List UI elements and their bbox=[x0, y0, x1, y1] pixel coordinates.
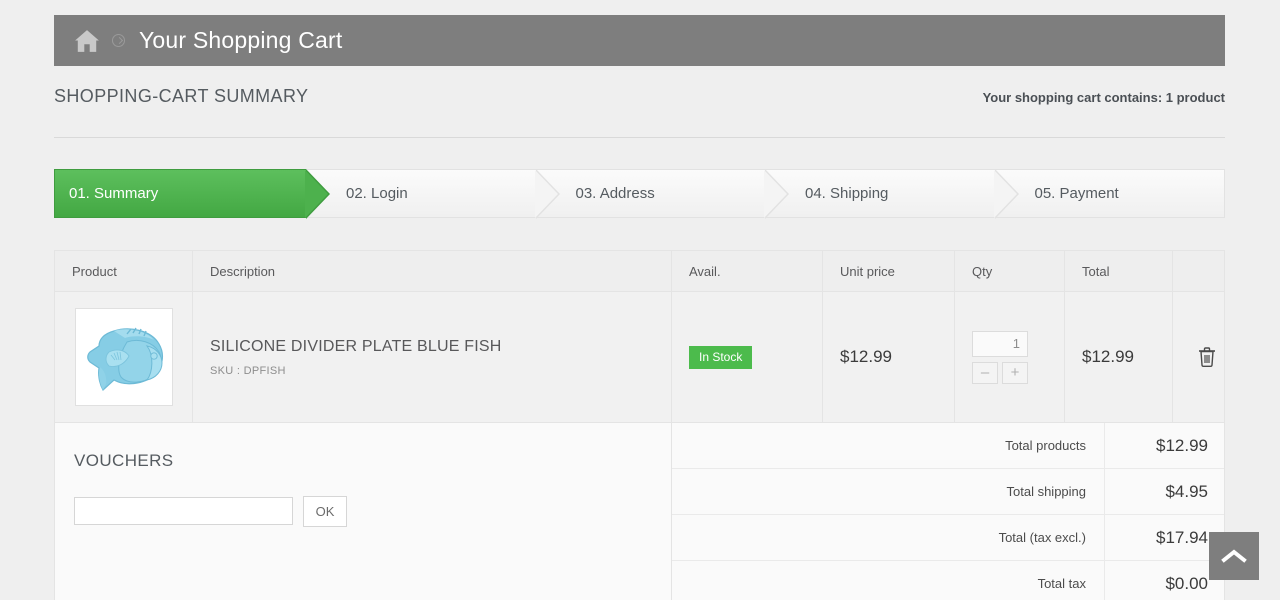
cart-contains-text: Your shopping cart contains: 1 product bbox=[982, 90, 1225, 105]
voucher-code-input[interactable] bbox=[74, 497, 293, 525]
step-payment-label: 05. Payment bbox=[1034, 185, 1119, 202]
cart-table-header: Product Description Avail. Unit price Qt… bbox=[55, 251, 1224, 292]
total-products-value: $12.99 bbox=[1156, 435, 1208, 455]
product-thumbnail[interactable] bbox=[75, 308, 173, 406]
voucher-ok-button[interactable]: OK bbox=[303, 496, 347, 527]
column-header-description: Description bbox=[193, 251, 672, 291]
column-header-qty: Qty bbox=[955, 251, 1065, 291]
column-header-action bbox=[1173, 251, 1224, 291]
home-icon[interactable] bbox=[74, 29, 100, 53]
total-row-products: Total products $12.99 bbox=[672, 423, 1224, 469]
total-products-label: Total products bbox=[672, 423, 1105, 468]
total-shipping-label: Total shipping bbox=[672, 469, 1105, 514]
delete-product-button[interactable] bbox=[1173, 292, 1224, 422]
checkout-steps: 01. Summary 02. Login 03. Address 04. Sh… bbox=[54, 169, 1225, 219]
voucher-form: OK bbox=[74, 496, 671, 527]
step-shipping-label: 04. Shipping bbox=[805, 185, 889, 202]
total-row-shipping: Total shipping $4.95 bbox=[672, 469, 1224, 515]
product-qty-cell: – + bbox=[955, 292, 1065, 422]
cart-table: Product Description Avail. Unit price Qt… bbox=[54, 250, 1225, 600]
step-address[interactable]: 03. Address bbox=[535, 169, 789, 219]
header-divider bbox=[54, 137, 1225, 138]
total-tax-excl-label: Total (tax excl.) bbox=[672, 515, 1105, 560]
trash-icon bbox=[1199, 347, 1215, 367]
total-row-tax-excl: Total (tax excl.) $17.94 bbox=[672, 515, 1224, 561]
totals-table: Total products $12.99 Total shipping $4.… bbox=[672, 423, 1224, 600]
step-arrow-inner-icon bbox=[993, 170, 1017, 218]
page-title: Your Shopping Cart bbox=[139, 27, 343, 53]
unit-price-value: $12.99 bbox=[840, 347, 892, 366]
step-address-label: 03. Address bbox=[575, 185, 655, 202]
column-header-unit-price: Unit price bbox=[823, 251, 955, 291]
quantity-stepper: – + bbox=[972, 330, 1028, 384]
summary-heading-row: SHOPPING-CART SUMMARY Your shopping cart… bbox=[54, 86, 1225, 116]
chevron-circle-icon bbox=[112, 34, 125, 47]
vouchers-title: VOUCHERS bbox=[74, 451, 174, 470]
total-tax-label: Total tax bbox=[672, 561, 1105, 600]
status-badge: In Stock bbox=[689, 345, 753, 369]
page-header-bar: Your Shopping Cart bbox=[54, 15, 1225, 66]
quantity-buttons: – + bbox=[972, 361, 1028, 384]
scroll-to-top-button[interactable] bbox=[1209, 532, 1259, 580]
step-payment[interactable]: 05. Payment bbox=[994, 169, 1225, 218]
product-name[interactable]: SILICONE DIVIDER PLATE BLUE FISH bbox=[210, 338, 502, 355]
product-image-cell bbox=[55, 292, 193, 422]
step-shipping[interactable]: 04. Shipping bbox=[765, 169, 1019, 219]
cart-footer: VOUCHERS OK Total products $12.99 Total … bbox=[55, 423, 1224, 600]
step-login[interactable]: 02. Login bbox=[306, 169, 560, 219]
row-total-value: $12.99 bbox=[1082, 347, 1134, 366]
quantity-decrease-button[interactable]: – bbox=[972, 361, 998, 384]
blue-fish-plate-image bbox=[87, 327, 164, 391]
shopping-cart-summary-title: SHOPPING-CART SUMMARY bbox=[54, 86, 309, 106]
total-tax-excl-value: $17.94 bbox=[1156, 527, 1208, 547]
total-shipping-value: $4.95 bbox=[1165, 481, 1208, 501]
step-arrow-inner-icon bbox=[305, 170, 328, 218]
product-sku: SKU : DPFISH bbox=[210, 364, 286, 377]
quantity-input[interactable] bbox=[972, 330, 1028, 357]
step-summary[interactable]: 01. Summary bbox=[54, 169, 330, 219]
product-description-cell: SILICONE DIVIDER PLATE BLUE FISH SKU : D… bbox=[193, 292, 672, 422]
total-tax-value: $0.00 bbox=[1165, 573, 1208, 593]
product-unit-price-cell: $12.99 bbox=[823, 292, 955, 422]
total-row-tax: Total tax $0.00 bbox=[672, 561, 1224, 600]
step-login-label: 02. Login bbox=[346, 185, 408, 202]
quantity-increase-button[interactable]: + bbox=[1002, 361, 1028, 384]
shopping-cart-page: Your Shopping Cart SHOPPING-CART SUMMARY… bbox=[0, 0, 1280, 600]
table-row: SILICONE DIVIDER PLATE BLUE FISH SKU : D… bbox=[55, 292, 1224, 423]
step-arrow-inner-icon bbox=[534, 170, 558, 218]
column-header-avail: Avail. bbox=[672, 251, 823, 291]
step-arrow-inner-icon bbox=[764, 170, 787, 218]
column-header-product: Product bbox=[55, 251, 193, 291]
step-summary-label: 01. Summary bbox=[69, 185, 159, 202]
column-header-total: Total bbox=[1065, 251, 1173, 291]
product-total-cell: $12.99 bbox=[1065, 292, 1173, 422]
product-availability-cell: In Stock bbox=[672, 292, 823, 422]
chevron-up-icon bbox=[1221, 549, 1247, 563]
vouchers-section: VOUCHERS OK bbox=[55, 423, 672, 600]
